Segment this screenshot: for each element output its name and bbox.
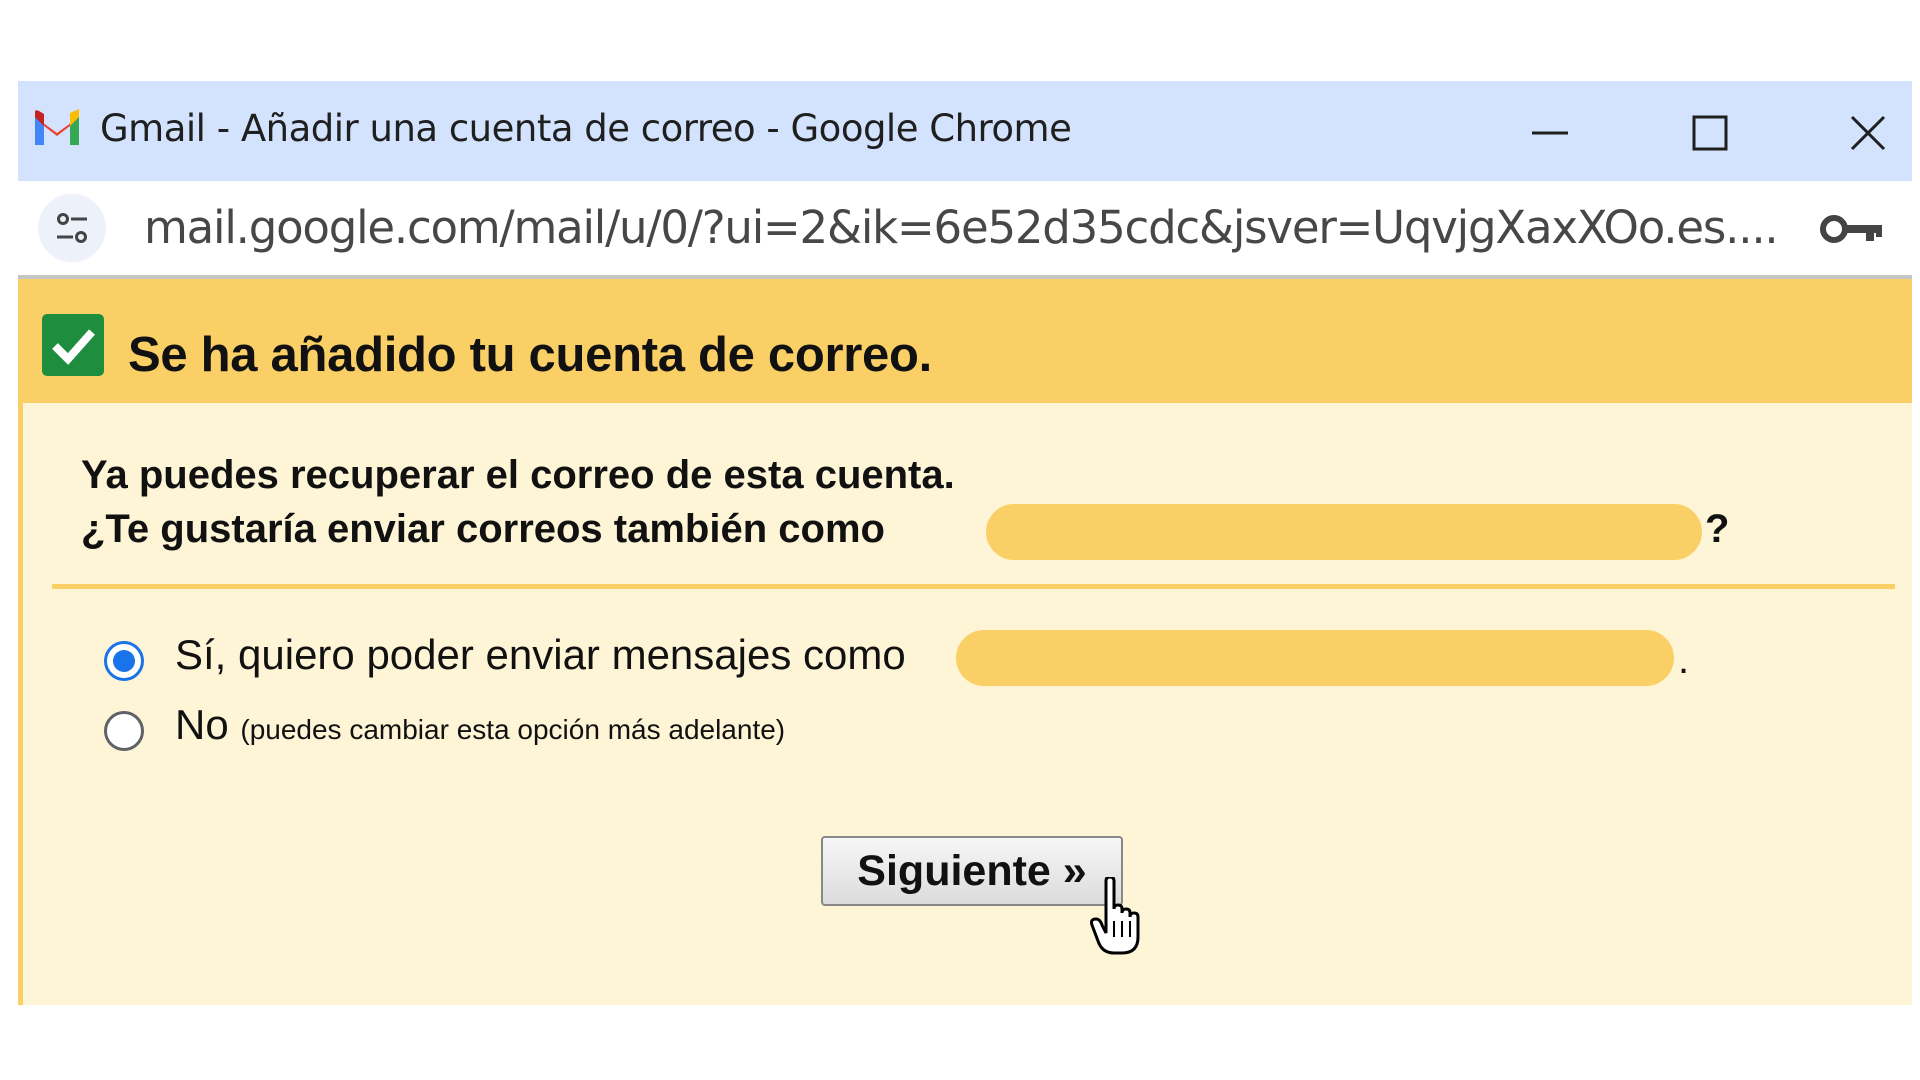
close-button[interactable]: [1806, 81, 1912, 181]
site-info-button[interactable]: [38, 194, 106, 262]
address-bar: mail.google.com/mail/u/0/?ui=2&ik=6e52d3…: [18, 181, 1912, 279]
option-no-text: No: [175, 701, 229, 748]
option-no-label[interactable]: No (puedes cambiar esta opción más adela…: [175, 701, 785, 749]
success-banner: Se ha añadido tu cuenta de correo.: [18, 279, 1912, 403]
key-icon[interactable]: [1818, 211, 1884, 247]
option-yes-period: .: [1678, 638, 1690, 682]
tune-icon: [57, 213, 87, 243]
radio-no[interactable]: [104, 711, 144, 751]
radio-selected-dot: [113, 650, 135, 672]
close-icon: [1850, 115, 1886, 151]
hand-cursor-icon: [1090, 877, 1140, 955]
minimize-button[interactable]: [1488, 81, 1608, 181]
option-yes-label[interactable]: Sí, quiero poder enviar mensajes como: [175, 631, 906, 679]
checkbox-check-icon: [42, 314, 104, 376]
title-bar[interactable]: Gmail - Añadir una cuenta de correo - Go…: [18, 81, 1912, 181]
redacted-email: [956, 630, 1674, 686]
redacted-email: [986, 504, 1702, 560]
maximize-icon: [1692, 115, 1728, 151]
minimize-icon: [1532, 131, 1568, 135]
divider: [52, 584, 1895, 589]
browser-window: Gmail - Añadir una cuenta de correo - Go…: [18, 81, 1912, 1005]
gmail-logo-icon: [35, 109, 79, 145]
radio-yes[interactable]: [104, 641, 144, 681]
window-title: Gmail - Añadir una cuenta de correo - Go…: [100, 107, 1072, 150]
banner-title: Se ha añadido tu cuenta de correo.: [128, 328, 932, 382]
message-line-2: ¿Te gustaría enviar correos también como: [81, 507, 885, 551]
next-button[interactable]: Siguiente »: [821, 836, 1123, 906]
maximize-button[interactable]: [1648, 81, 1768, 181]
url-field[interactable]: mail.google.com/mail/u/0/?ui=2&ik=6e52d3…: [144, 201, 1779, 254]
question-mark: ?: [1705, 507, 1730, 551]
option-no-note: (puedes cambiar esta opción más adelante…: [240, 714, 786, 745]
content-left-border: [18, 403, 23, 1005]
message-line-1: Ya puedes recuperar el correo de esta cu…: [81, 453, 955, 497]
